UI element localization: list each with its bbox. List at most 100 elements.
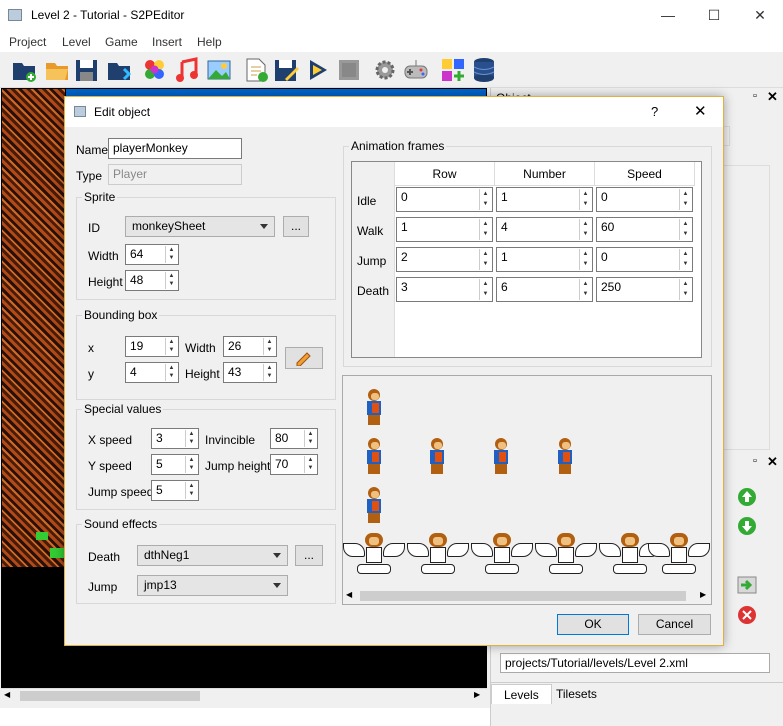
spin-arrows-icon[interactable]: ▲ ▼ (479, 279, 491, 300)
bbox-x-spinbox[interactable]: 19 ▲ ▼ (125, 336, 179, 357)
database-icon[interactable] (471, 57, 497, 83)
open-folder-icon[interactable] (44, 57, 70, 83)
spin-arrows-icon[interactable]: ▲ ▼ (579, 219, 591, 240)
walk-speed-spinbox[interactable]: 60 ▲ ▼ (596, 217, 693, 242)
menu-level[interactable]: Level (62, 35, 91, 49)
edit-bbox-button[interactable] (285, 347, 323, 369)
scroll-right-icon[interactable]: ▶ (700, 590, 706, 599)
music-icon[interactable] (174, 57, 200, 83)
scrollbar-thumb[interactable] (20, 691, 200, 701)
close-window-button[interactable]: ✕ (737, 0, 783, 31)
scroll-left-icon[interactable]: ◀ (346, 590, 352, 599)
idle-number-spinbox[interactable]: 1 ▲ ▼ (496, 187, 593, 212)
maximize-button[interactable]: ☐ (691, 0, 737, 31)
spin-arrows-icon[interactable]: ▲ ▼ (185, 482, 197, 499)
jump-height-spinbox[interactable]: 70 ▲ ▼ (270, 454, 318, 475)
spin-arrows-icon[interactable]: ▲ ▼ (579, 279, 591, 300)
play-icon[interactable] (305, 57, 331, 83)
sprite-browse-button[interactable]: ... (283, 216, 309, 237)
goto-icon[interactable] (735, 574, 759, 596)
idle-row-spinbox[interactable]: 0 ▲ ▼ (396, 187, 493, 212)
sprite-height-spinbox[interactable]: 48 ▲ ▼ (125, 270, 179, 291)
ok-button[interactable]: OK (557, 614, 629, 635)
walk-row-spinbox[interactable]: 1 ▲ ▼ (396, 217, 493, 242)
walk-number-spinbox[interactable]: 4 ▲ ▼ (496, 217, 593, 242)
spin-arrows-icon[interactable]: ▲ ▼ (479, 189, 491, 210)
name-field[interactable]: playerMonkey (108, 138, 242, 159)
help-button[interactable]: ? (651, 104, 658, 119)
spin-arrows-icon[interactable]: ▲ ▼ (263, 338, 275, 355)
image-icon[interactable] (206, 57, 232, 83)
save-icon[interactable] (74, 57, 100, 83)
move-down-icon[interactable] (735, 515, 759, 537)
dialog-close-button[interactable]: ✕ (694, 102, 707, 120)
jump-speed-cell-spinbox[interactable]: 0 ▲ ▼ (596, 247, 693, 272)
y-speed-spinbox[interactable]: 5 ▲ ▼ (151, 454, 199, 475)
stop-icon[interactable] (336, 57, 362, 83)
column-header-row[interactable]: Row (395, 162, 495, 186)
invincible-spinbox[interactable]: 80 ▲ ▼ (270, 428, 318, 449)
float-icon[interactable]: ▫ (753, 90, 757, 102)
spin-arrows-icon[interactable]: ▲ ▼ (679, 189, 691, 210)
spin-arrows-icon[interactable]: ▲ ▼ (304, 430, 316, 447)
spin-arrows-icon[interactable]: ▲ ▼ (165, 272, 177, 289)
move-up-icon[interactable] (735, 486, 759, 508)
settings-icon[interactable] (372, 57, 398, 83)
spin-arrows-icon[interactable]: ▲ ▼ (579, 189, 591, 210)
gamepad-icon[interactable] (403, 57, 429, 83)
palette-icon[interactable] (142, 57, 168, 83)
death-sound-select[interactable]: dthNeg1 (137, 545, 288, 566)
minimize-button[interactable]: — (645, 0, 691, 31)
cancel-button[interactable]: Cancel (638, 614, 711, 635)
float-icon[interactable]: ▫ (753, 455, 757, 467)
spin-arrows-icon[interactable]: ▲ ▼ (263, 364, 275, 381)
spin-arrows-icon[interactable]: ▲ ▼ (679, 279, 691, 300)
menu-project[interactable]: Project (9, 35, 46, 49)
bbox-height-spinbox[interactable]: 43 ▲ ▼ (223, 362, 277, 383)
menu-insert[interactable]: Insert (152, 35, 182, 49)
column-header-speed[interactable]: Speed (595, 162, 695, 186)
close-dock-icon[interactable]: ✕ (767, 89, 778, 105)
new-project-icon[interactable] (11, 57, 37, 83)
spin-arrows-icon[interactable]: ▲ ▼ (304, 456, 316, 473)
add-object-icon[interactable] (440, 57, 466, 83)
spin-arrows-icon[interactable]: ▲ ▼ (579, 249, 591, 270)
column-header-number[interactable]: Number (495, 162, 595, 186)
menu-help[interactable]: Help (197, 35, 222, 49)
export-icon[interactable] (106, 57, 132, 83)
new-level-icon[interactable] (243, 57, 269, 83)
idle-speed-spinbox[interactable]: 0 ▲ ▼ (596, 187, 693, 212)
spin-arrows-icon[interactable]: ▲ ▼ (165, 246, 177, 263)
sprite-width-spinbox[interactable]: 64 ▲ ▼ (125, 244, 179, 265)
spin-arrows-icon[interactable]: ▲ ▼ (679, 249, 691, 270)
spin-arrows-icon[interactable]: ▲ ▼ (165, 364, 177, 381)
sprite-id-select[interactable]: monkeySheet (125, 216, 275, 237)
jump-row-spinbox[interactable]: 2 ▲ ▼ (396, 247, 493, 272)
close-dock-icon[interactable]: ✕ (767, 454, 778, 470)
tab-levels[interactable]: Levels (491, 684, 552, 704)
scroll-left-icon[interactable]: ◀ (4, 690, 10, 699)
spin-arrows-icon[interactable]: ▲ ▼ (185, 456, 197, 473)
tab-tilesets[interactable]: Tilesets (544, 684, 609, 704)
scroll-right-icon[interactable]: ▶ (474, 690, 480, 699)
level-path-field[interactable]: projects/Tutorial/levels/Level 2.xml (500, 653, 770, 673)
menu-game[interactable]: Game (105, 35, 138, 49)
spin-arrows-icon[interactable]: ▲ ▼ (679, 219, 691, 240)
delete-icon[interactable] (735, 604, 759, 626)
jump-speed-spinbox[interactable]: 5 ▲ ▼ (151, 480, 199, 501)
bbox-width-spinbox[interactable]: 26 ▲ ▼ (223, 336, 277, 357)
save-level-icon[interactable] (273, 57, 299, 83)
bbox-y-spinbox[interactable]: 4 ▲ ▼ (125, 362, 179, 383)
spin-arrows-icon[interactable]: ▲ ▼ (185, 430, 197, 447)
spin-arrows-icon[interactable]: ▲ ▼ (479, 249, 491, 270)
scrollbar-thumb[interactable] (360, 591, 686, 601)
x-speed-spinbox[interactable]: 3 ▲ ▼ (151, 428, 199, 449)
death-speed-spinbox[interactable]: 250 ▲ ▼ (596, 277, 693, 302)
spin-arrows-icon[interactable]: ▲ ▼ (479, 219, 491, 240)
jump-number-spinbox[interactable]: 1 ▲ ▼ (496, 247, 593, 272)
death-number-spinbox[interactable]: 6 ▲ ▼ (496, 277, 593, 302)
jump-sound-select[interactable]: jmp13 (137, 575, 288, 596)
spin-arrows-icon[interactable]: ▲ ▼ (165, 338, 177, 355)
sound-browse-button[interactable]: ... (295, 545, 323, 566)
death-row-spinbox[interactable]: 3 ▲ ▼ (396, 277, 493, 302)
